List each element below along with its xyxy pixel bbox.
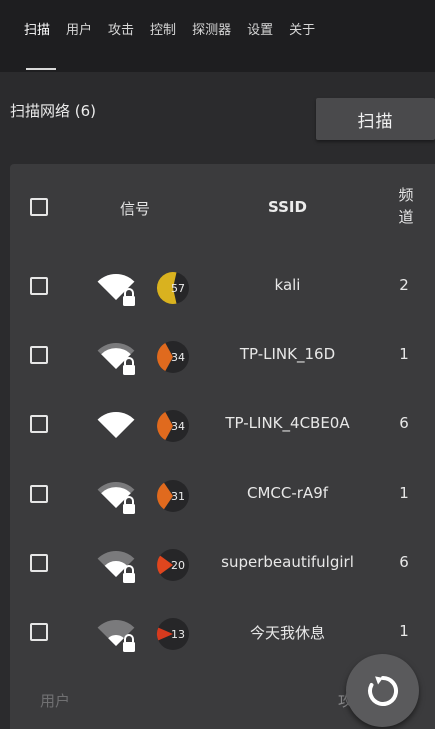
channel-header-line2: 道 bbox=[398, 208, 414, 226]
ssid-cell: superbeautifulgirl bbox=[221, 553, 354, 571]
lock-icon bbox=[123, 634, 135, 652]
select-all-checkbox[interactable] bbox=[30, 198, 48, 216]
tab-control[interactable]: 控制 bbox=[142, 0, 184, 72]
table-row[interactable]: 31 CMCC-rA9f 1 bbox=[10, 460, 435, 529]
signal-indicator: 34 bbox=[97, 341, 189, 375]
channel-cell: 1 bbox=[399, 345, 409, 363]
scan-network-title: 扫描网络 (6) bbox=[10, 102, 97, 120]
wifi-icon bbox=[97, 411, 135, 438]
lock-icon bbox=[123, 288, 135, 306]
tab-about[interactable]: 关于 bbox=[281, 0, 323, 72]
row-checkbox[interactable] bbox=[30, 623, 48, 641]
tab-settings[interactable]: 设置 bbox=[239, 0, 281, 72]
tab-scan[interactable]: 扫描 bbox=[16, 0, 58, 72]
channel-cell: 1 bbox=[399, 622, 409, 640]
lock-icon bbox=[123, 357, 135, 375]
tab-bar: 扫描 用户 攻击 控制 探测器 设置 关于 bbox=[16, 0, 323, 72]
row-checkbox[interactable] bbox=[30, 415, 48, 433]
signal-strength-value: 13 bbox=[171, 628, 185, 641]
table-row[interactable]: 20 superbeautifulgirl 6 bbox=[10, 529, 435, 598]
channel-cell: 6 bbox=[399, 414, 409, 432]
scan-button[interactable]: 扫描 bbox=[316, 98, 435, 140]
ssid-cell: kali bbox=[274, 276, 301, 294]
lock-icon bbox=[123, 496, 135, 514]
signal-strength-value: 34 bbox=[171, 420, 185, 433]
signal-indicator: 13 bbox=[97, 618, 189, 652]
wifi-icon bbox=[108, 634, 124, 646]
top-nav: 扫描 用户 攻击 控制 探测器 设置 关于 bbox=[0, 0, 435, 72]
signal-strength-value: 20 bbox=[171, 559, 185, 572]
row-checkbox[interactable] bbox=[30, 554, 48, 572]
signal-indicator: 57 bbox=[97, 272, 189, 306]
ssid-cell: TP-LINK_16D bbox=[239, 345, 336, 363]
channel-column-header: 频 道 bbox=[394, 184, 418, 228]
refresh-button[interactable] bbox=[346, 654, 419, 727]
channel-cell: 1 bbox=[399, 484, 409, 502]
table-header: 信号 SSID 频 道 bbox=[10, 164, 435, 252]
channel-cell: 6 bbox=[399, 553, 409, 571]
table-row[interactable]: 34 TP-LINK_4CBE0A 6 bbox=[10, 390, 435, 459]
channel-cell: 2 bbox=[399, 276, 409, 294]
table-row[interactable]: 57 kali 2 bbox=[10, 252, 435, 321]
row-checkbox[interactable] bbox=[30, 277, 48, 295]
lock-icon bbox=[123, 565, 135, 583]
signal-indicator: 34 bbox=[97, 410, 189, 442]
section-header: 扫描网络 (6) 扫描 bbox=[0, 72, 435, 164]
signal-column-header: 信号 bbox=[120, 200, 151, 218]
ssid-cell: TP-LINK_4CBE0A bbox=[225, 414, 350, 432]
tab-detector[interactable]: 探测器 bbox=[184, 0, 239, 72]
network-table: 信号 SSID 频 道 57 kali 2 34 TP-LINK_16D 1 34 TP-LI… bbox=[10, 164, 435, 729]
row-checkbox[interactable] bbox=[30, 485, 48, 503]
tab-attack[interactable]: 攻击 bbox=[100, 0, 142, 72]
signal-strength-value: 31 bbox=[171, 490, 185, 503]
ssid-column-header: SSID bbox=[268, 198, 307, 216]
signal-indicator: 20 bbox=[97, 549, 189, 583]
ssid-cell: 今天我休息 bbox=[249, 624, 325, 642]
footer-users-label: 用户 bbox=[40, 692, 71, 710]
tab-users[interactable]: 用户 bbox=[58, 0, 100, 72]
signal-indicator: 31 bbox=[97, 480, 189, 514]
refresh-icon bbox=[367, 675, 398, 706]
channel-header-line1: 频 bbox=[398, 186, 414, 204]
signal-strength-value: 34 bbox=[171, 351, 185, 364]
ssid-cell: CMCC-rA9f bbox=[246, 484, 329, 502]
table-row[interactable]: 34 TP-LINK_16D 1 bbox=[10, 321, 435, 390]
signal-strength-value: 57 bbox=[171, 282, 185, 295]
row-checkbox[interactable] bbox=[30, 346, 48, 364]
